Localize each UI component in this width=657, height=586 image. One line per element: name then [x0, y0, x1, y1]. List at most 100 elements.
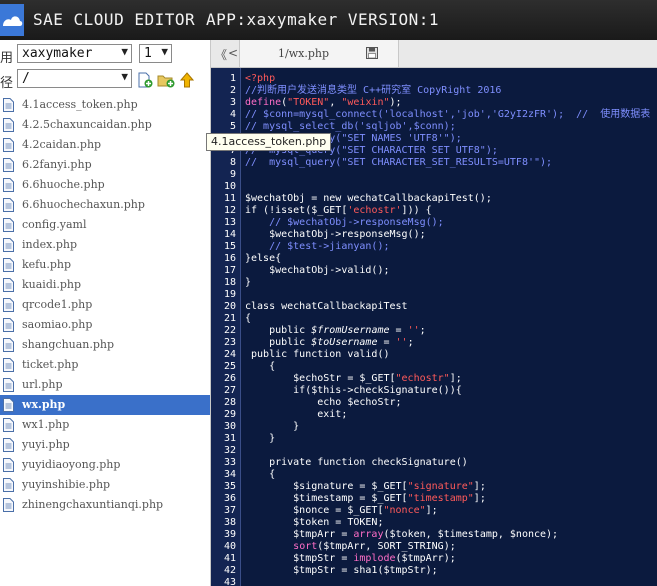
code-token: sort: [293, 541, 318, 552]
code-token: // mysql_query("SET CHARACTER_SET_RESULT…: [245, 157, 553, 168]
code-token: if($this->checkSignature()){: [245, 385, 462, 396]
file-item[interactable]: 6.2fanyi.php: [0, 155, 210, 175]
code-token: // $test->jianyan();: [245, 241, 390, 252]
code-token: $timestamp = $_GET[: [245, 493, 408, 504]
file-name: 6.2fanyi.php: [22, 158, 92, 171]
app-select[interactable]: xaxymaker ▼: [17, 44, 132, 63]
file-name: yuyi.php: [22, 438, 70, 451]
line-number: 42: [223, 565, 236, 576]
file-item[interactable]: kuaidi.php: [0, 275, 210, 295]
up-arrow-icon: [180, 72, 194, 88]
line-number: 10: [223, 181, 236, 192]
line-number: 24: [223, 349, 236, 360]
tab-scroll-prev-button[interactable]: <: [228, 46, 238, 60]
file-item[interactable]: zhinengchaxuntianqi.php: [0, 495, 210, 515]
file-item[interactable]: config.yaml: [0, 215, 210, 235]
file-name: ticket.php: [22, 358, 79, 371]
code-line: }: [245, 421, 299, 433]
file-item[interactable]: 4.2.5chaxuncaidan.php: [0, 115, 210, 135]
code-line: $token = TOKEN;: [245, 517, 383, 529]
version-select[interactable]: 1 ▼: [139, 44, 172, 63]
file-item[interactable]: yuyinshibie.php: [0, 475, 210, 495]
line-number: 2: [229, 85, 236, 96]
file-item[interactable]: 6.6huochechaxun.php: [0, 195, 210, 215]
file-item[interactable]: saomiao.php: [0, 315, 210, 335]
new-file-icon: [138, 72, 153, 88]
code-token: ,: [329, 97, 342, 108]
file-item[interactable]: ticket.php: [0, 355, 210, 375]
code-token: "timestamp": [407, 493, 474, 504]
code-token: =: [377, 337, 396, 348]
file-item[interactable]: wx.php: [0, 395, 210, 415]
line-number: 37: [223, 505, 236, 516]
code-token: // $wechatObj->responseMsg();: [245, 217, 444, 228]
code-line: $echoStr = $_GET["echostr"];: [245, 373, 462, 385]
file-name: index.php: [22, 238, 78, 251]
code-line: }else{: [245, 253, 281, 265]
code-token: $fromUsername: [311, 325, 390, 336]
file-item[interactable]: wx1.php: [0, 415, 210, 435]
app-select-value: xaxymaker: [22, 46, 93, 61]
tab-scroll-first-button[interactable]: 《: [215, 46, 227, 63]
file-item[interactable]: yuyi.php: [0, 435, 210, 455]
file-name: 4.2caidan.php: [22, 138, 102, 151]
file-item[interactable]: index.php: [0, 235, 210, 255]
file-item[interactable]: 4.2caidan.php: [0, 135, 210, 155]
file-name: 6.6huochechaxun.php: [22, 198, 145, 211]
code-token: {: [245, 361, 276, 372]
code-token: '': [407, 325, 420, 336]
app-label: 用: [0, 50, 14, 65]
line-number: 12: [223, 205, 236, 216]
code-token: $tmpStr =: [245, 553, 354, 564]
code-token: implode: [353, 553, 396, 564]
file-icon: [3, 278, 14, 292]
file-icon: [3, 178, 14, 192]
file-name: 4.2.5chaxuncaidan.php: [22, 118, 152, 131]
code-line: $tmpArr = array($token, $timestamp, $non…: [245, 529, 558, 541]
line-number: 3: [229, 97, 236, 108]
line-number: 26: [223, 373, 236, 384]
code-line: public $fromUsername = '';: [245, 325, 426, 337]
path-select[interactable]: / ▼: [17, 69, 132, 88]
line-number: 38: [223, 517, 236, 528]
line-number: 4: [229, 109, 236, 120]
file-icon: [3, 218, 14, 232]
code-line: if($this->checkSignature()){: [245, 385, 462, 397]
tab-label: 1/wx.php: [278, 47, 329, 60]
line-number: 13: [223, 217, 236, 228]
code-line: public $toUsername = '';: [245, 337, 414, 349]
file-icon: [3, 238, 14, 252]
code-token: ;: [419, 325, 426, 336]
code-token: public: [245, 325, 312, 336]
code-token: ];: [473, 481, 486, 492]
file-icon: [3, 358, 14, 372]
file-icon: [3, 158, 14, 172]
new-file-button[interactable]: [136, 71, 154, 89]
code-line: public function valid(): [245, 349, 389, 361]
code-token: {: [245, 469, 276, 480]
line-number: 15: [223, 241, 236, 252]
file-item[interactable]: 6.6huoche.php: [0, 175, 210, 195]
save-icon[interactable]: [366, 47, 378, 59]
tab-wx-php[interactable]: 1/wx.php: [239, 40, 399, 67]
file-icon: [3, 338, 14, 352]
upload-button[interactable]: [178, 71, 196, 89]
file-icon: [3, 378, 14, 392]
file-item[interactable]: yuyidiaoyong.php: [0, 455, 210, 475]
version-select-value: 1: [144, 46, 152, 61]
line-number: 23: [223, 337, 236, 348]
code-line: sort($tmpArr, SORT_STRING);: [245, 541, 456, 553]
code-line: $wechatObj->valid();: [245, 265, 389, 277]
file-item[interactable]: url.php: [0, 375, 210, 395]
file-item[interactable]: 4.1access_token.php: [0, 95, 210, 115]
file-item[interactable]: shangchuan.php: [0, 335, 210, 355]
file-item[interactable]: qrcode1.php: [0, 295, 210, 315]
code-line: $nonce = $_GET["nonce"];: [245, 505, 438, 517]
code-token: <?php: [245, 73, 276, 84]
new-folder-button[interactable]: [157, 71, 175, 89]
app-version-info: APP:xaxymaker VERSION:1: [206, 10, 440, 29]
file-name: shangchuan.php: [22, 338, 115, 351]
code-token: {: [245, 313, 252, 324]
file-icon: [3, 398, 14, 412]
file-item[interactable]: kefu.php: [0, 255, 210, 275]
